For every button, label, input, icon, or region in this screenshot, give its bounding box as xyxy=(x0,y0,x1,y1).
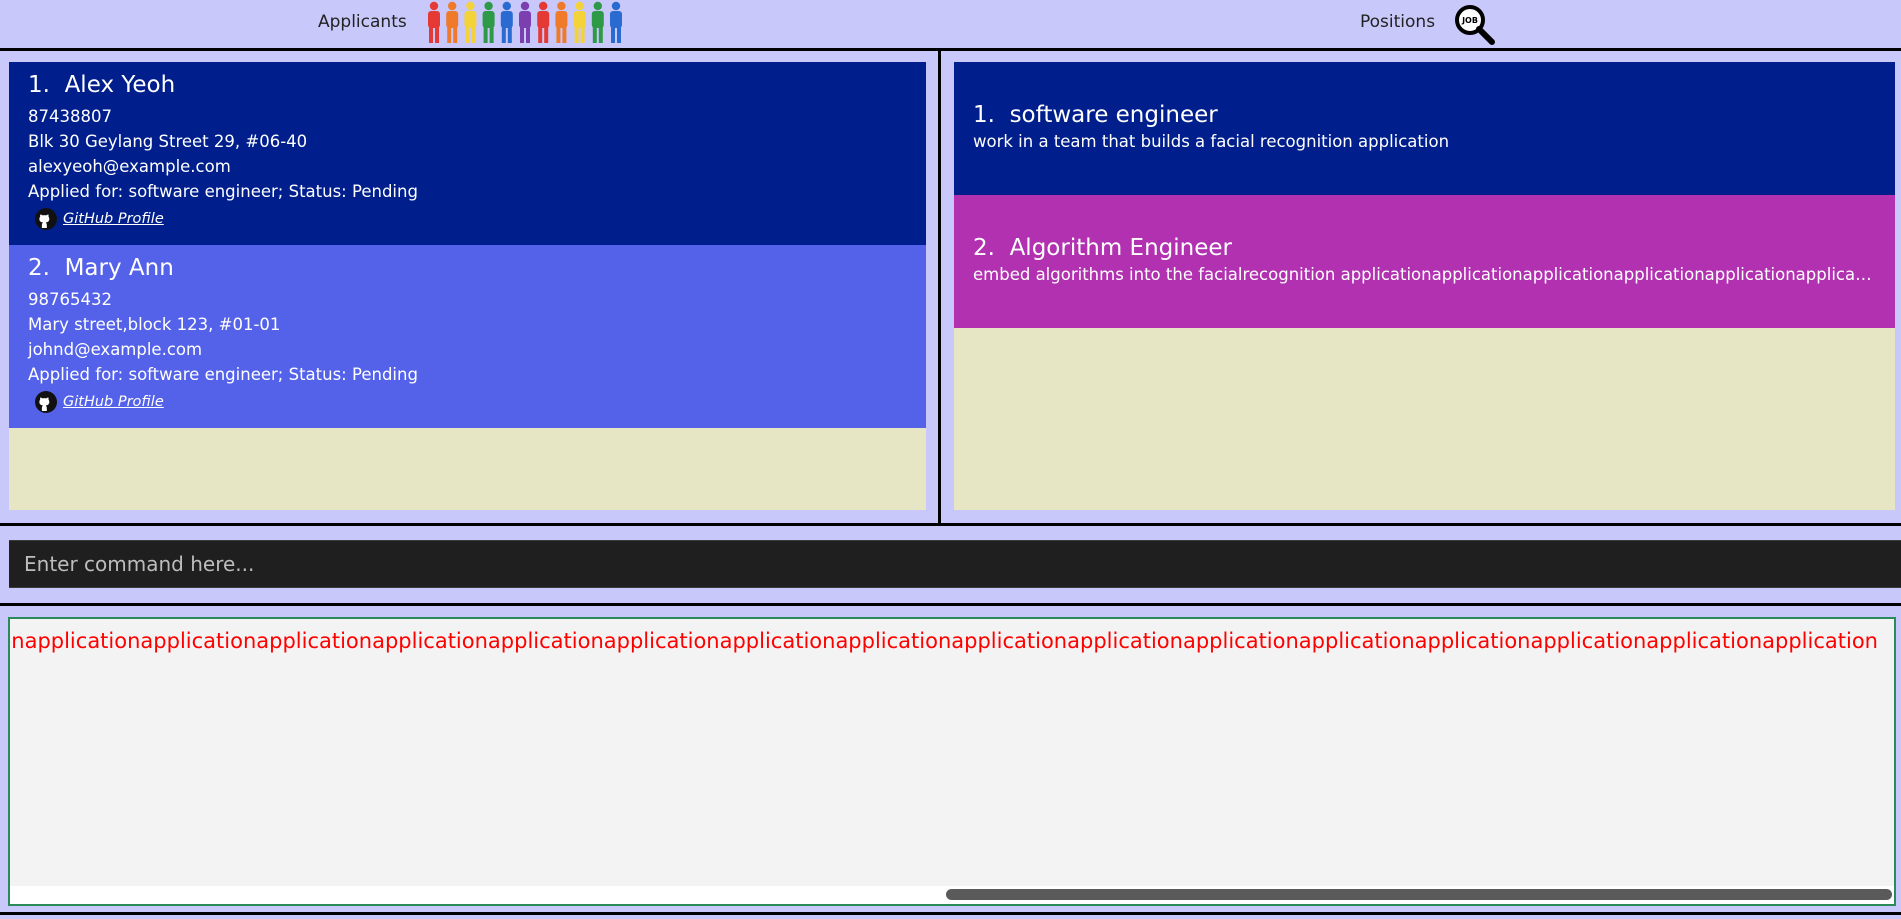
applicant-name: 1. Alex Yeoh xyxy=(28,72,907,98)
github-icon xyxy=(35,208,57,230)
job-search-icon: JOB xyxy=(1455,5,1495,45)
applicant-card[interactable]: 2. Mary Ann 98765432 Mary street,block 1… xyxy=(9,245,926,428)
github-profile-link[interactable]: GitHub Profile xyxy=(63,394,164,410)
svg-text:JOB: JOB xyxy=(1461,16,1478,25)
person-figure-icon xyxy=(446,1,459,43)
person-figure-icon xyxy=(537,1,550,43)
position-title-text: software engineer xyxy=(1009,102,1218,128)
person-figure-icon xyxy=(610,1,622,43)
horizontal-scrollbar-track[interactable] xyxy=(10,886,1894,904)
command-divider xyxy=(0,523,1901,526)
person-figure-icon xyxy=(519,1,531,43)
applicant-list-panel[interactable]: 1. Alex Yeoh 87438807 Blk 30 Geylang Str… xyxy=(9,62,926,510)
applicant-name-text: Mary Ann xyxy=(64,255,174,281)
applicant-name: 2. Mary Ann xyxy=(28,255,907,281)
position-title: 2. Algorithm Engineer xyxy=(973,235,1876,261)
applicant-email: alexyeoh@example.com xyxy=(28,157,231,176)
position-card[interactable]: 2. Algorithm Engineer embed algorithms i… xyxy=(954,195,1895,328)
positions-title: Positions xyxy=(1360,12,1436,32)
position-index: 1. xyxy=(973,102,995,128)
github-row: GitHub Profile xyxy=(35,208,907,230)
applicant-phone: 98765432 xyxy=(28,290,112,309)
applicant-card[interactable]: 1. Alex Yeoh 87438807 Blk 30 Geylang Str… xyxy=(9,62,926,245)
position-title-text: Algorithm Engineer xyxy=(1009,235,1232,261)
horizontal-scrollbar-thumb[interactable] xyxy=(946,889,1892,900)
person-figure-icon xyxy=(428,1,440,43)
position-card[interactable]: 1. software engineer work in a team that… xyxy=(954,62,1895,195)
applicants-people-icon xyxy=(428,1,622,43)
panel-divider xyxy=(938,48,941,526)
result-divider xyxy=(0,603,1901,606)
person-figure-icon xyxy=(591,1,604,43)
header-divider xyxy=(0,48,1901,51)
result-display[interactable]: ationapplicationapplicationapplicationap… xyxy=(8,617,1896,906)
applicant-name-text: Alex Yeoh xyxy=(64,72,176,98)
applicant-application: Applied for: software engineer; Status: … xyxy=(28,182,418,201)
bottom-divider xyxy=(0,912,1901,915)
github-row: GitHub Profile xyxy=(35,391,907,413)
position-description: embed algorithms into the facialrecognit… xyxy=(973,265,1876,284)
person-figure-icon xyxy=(482,1,495,43)
position-description: work in a team that builds a facial reco… xyxy=(973,132,1450,151)
applicant-address: Blk 30 Geylang Street 29, #06-40 xyxy=(28,132,308,151)
result-text: ationapplicationapplicationapplicationap… xyxy=(8,629,1878,653)
applicants-title: Applicants xyxy=(318,12,407,32)
command-input[interactable] xyxy=(9,540,1901,588)
applicant-email: johnd@example.com xyxy=(28,340,203,359)
github-icon xyxy=(35,391,57,413)
applicant-address: Mary street,block 123, #01-01 xyxy=(28,315,281,334)
header-bar: Applicants Positions JOB xyxy=(0,0,1901,48)
position-title: 1. software engineer xyxy=(973,102,1876,128)
person-figure-icon xyxy=(464,1,477,43)
github-profile-link[interactable]: GitHub Profile xyxy=(63,211,164,227)
position-list-panel[interactable]: 1. software engineer work in a team that… xyxy=(954,62,1895,510)
applicant-index: 1. xyxy=(28,72,50,98)
person-figure-icon xyxy=(573,1,586,43)
person-figure-icon xyxy=(555,1,568,43)
applicant-index: 2. xyxy=(28,255,50,281)
command-box xyxy=(9,540,1901,588)
position-index: 2. xyxy=(973,235,995,261)
applicant-phone: 87438807 xyxy=(28,107,112,126)
person-figure-icon xyxy=(500,1,513,43)
applicant-application: Applied for: software engineer; Status: … xyxy=(28,365,418,384)
